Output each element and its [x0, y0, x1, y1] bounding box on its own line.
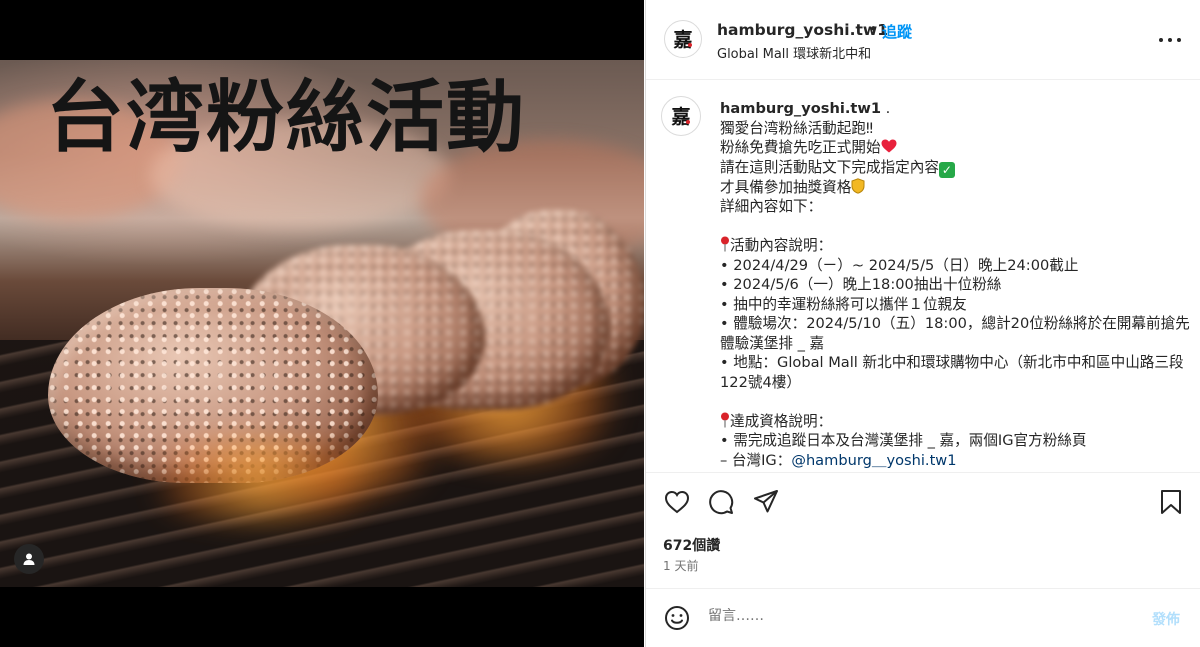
- profile-avatar[interactable]: 嘉: [664, 20, 702, 58]
- post-media[interactable]: 台湾粉絲活動: [0, 0, 644, 647]
- smiley-icon[interactable]: [664, 605, 690, 631]
- photo-overlay-title: 台湾粉絲活動: [46, 73, 527, 163]
- caption-line: 活動內容說明：: [730, 237, 833, 254]
- caption-avatar[interactable]: 嘉: [661, 96, 701, 136]
- caption-line: 請在這則活動貼文下完成指定內容: [720, 158, 939, 176]
- caption-line: • 需完成追蹤日本及台灣漢堡排 _ 嘉，兩個IG官方粉絲頁: [720, 432, 1087, 449]
- post-sidebar: 嘉 hamburg_yoshi.tw1 • 追蹤 Global Mall 環球新…: [645, 0, 1200, 647]
- caption-line: – 台灣IG：: [720, 451, 792, 469]
- caption-line: • 2024/5/6（一）晚上18:00抽出十位粉絲: [720, 276, 1002, 293]
- comment-bar: 發佈: [646, 588, 1200, 647]
- brand-logo-icon: 嘉: [670, 106, 690, 128]
- bookmark-icon[interactable]: [1158, 489, 1184, 515]
- post-timestamp[interactable]: 1 天前: [663, 557, 698, 574]
- comment-input[interactable]: [708, 608, 1128, 624]
- caption-line: [720, 392, 1190, 412]
- svg-text:嘉: 嘉: [670, 106, 690, 128]
- shield-icon: [851, 177, 865, 194]
- pushpin-icon: [721, 412, 729, 427]
- header-separator: •: [869, 20, 878, 38]
- post-comment-button[interactable]: 發佈: [1152, 609, 1180, 629]
- caption-line: 詳細內容如下：: [720, 198, 823, 215]
- paper-plane-icon[interactable]: [753, 489, 779, 515]
- caption-line: • 2024/4/29（ㄧ）~ 2024/5/5（日）晚上24:00截止: [720, 256, 1079, 274]
- post-actions: 672個讚 1 天前: [646, 472, 1200, 596]
- header-username[interactable]: hamburg_yoshi.tw1: [717, 21, 888, 39]
- header-location[interactable]: Global Mall 環球新北中和: [717, 43, 871, 62]
- caption-line: .: [881, 100, 891, 117]
- caption-line: [720, 217, 1190, 237]
- caption-username[interactable]: hamburg_yoshi.tw1: [720, 100, 881, 117]
- more-options-icon[interactable]: [1159, 30, 1181, 50]
- comment-bubble-icon[interactable]: [708, 489, 734, 515]
- like-count[interactable]: 672個讚: [663, 535, 720, 555]
- caption-line: • 地點：Global Mall 新北中和環球購物中心（新北市中和區中山路三段1…: [720, 354, 1184, 391]
- svg-text:嘉: 嘉: [672, 29, 692, 51]
- caption-line: • 抽中的幸運粉絲將可以攜伴１位親友: [720, 295, 967, 313]
- caption-line: 粉絲免費搶先吃正式開始: [720, 139, 881, 156]
- post-header: 嘉 hamburg_yoshi.tw1 • 追蹤 Global Mall 環球新…: [646, 0, 1200, 80]
- caption-text: hamburg_yoshi.tw1 . 獨愛台湾粉絲活動起跑‼ 粉絲免費搶先吃正…: [720, 99, 1190, 470]
- caption-scroll-area[interactable]: 嘉 hamburg_yoshi.tw1 . 獨愛台湾粉絲活動起跑‼ 粉絲免費搶先…: [646, 81, 1200, 472]
- caption-line: 獨愛台湾粉絲活動起跑‼: [720, 119, 874, 137]
- caption-line: 才具備參加抽獎資格: [720, 178, 852, 196]
- caption-line: 達成資格說明：: [730, 412, 833, 430]
- check-mark-icon: ✓: [938, 161, 955, 178]
- heart-icon[interactable]: [664, 489, 690, 515]
- brand-logo-icon: 嘉: [672, 29, 692, 51]
- mention-link[interactable]: @hamburg＿yoshi.tw1: [791, 452, 956, 469]
- tagged-users-button[interactable]: [14, 544, 44, 574]
- caption-line: • 體驗場次：2024/5/10（五）18:00，總計20位粉絲將於在開幕前搶先…: [720, 315, 1190, 352]
- red-heart-icon: [881, 139, 897, 153]
- follow-button[interactable]: 追蹤: [882, 21, 912, 42]
- user-icon: [23, 553, 35, 565]
- pushpin-icon: [721, 236, 729, 252]
